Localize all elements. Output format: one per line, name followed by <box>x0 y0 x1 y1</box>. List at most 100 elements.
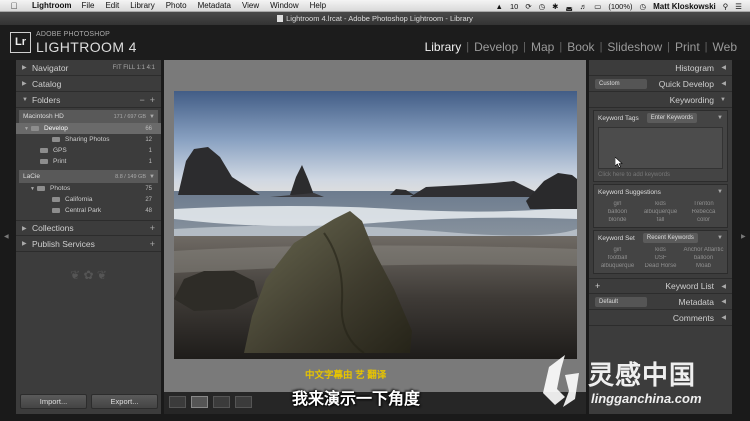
folder-california[interactable]: California 27 <box>16 194 161 205</box>
keyword-list-add-button[interactable]: + <box>595 281 600 291</box>
survey-view-button[interactable] <box>235 396 252 408</box>
collapse-triangle-icon: ▼ <box>720 96 726 103</box>
keyword-set-item[interactable]: football <box>596 255 639 261</box>
keyword-set-item[interactable]: kids <box>639 247 682 253</box>
metadata-preset-select[interactable]: Default <box>595 297 647 307</box>
menu-window[interactable]: Window <box>270 1 298 10</box>
bluetooth-icon[interactable]: ✱ <box>552 2 558 11</box>
keywording-header[interactable]: Keywording ▼ <box>589 92 732 108</box>
keyword-set-item[interactable]: Dead Horse <box>639 263 682 269</box>
catalog-header[interactable]: ▶ Catalog <box>16 76 161 92</box>
import-button[interactable]: Import... <box>20 394 87 409</box>
folder-develop[interactable]: ▼ Develop 66 <box>16 123 161 134</box>
module-library[interactable]: Library <box>420 40 467 54</box>
right-panel-toggle-icon[interactable]: ▶ <box>741 233 746 240</box>
app-menu[interactable]: Lightroom <box>32 1 72 10</box>
keyword-tags-label: Keyword Tags <box>598 114 639 122</box>
battery-icon[interactable]: ▭ <box>594 2 601 11</box>
time-machine-icon[interactable]: ◷ <box>539 2 546 11</box>
loupe-view-button[interactable] <box>191 396 208 408</box>
metadata-header[interactable]: Default Metadata ◀ <box>589 294 732 310</box>
export-button[interactable]: Export... <box>91 394 158 409</box>
status-count[interactable]: 10 <box>510 2 518 11</box>
search-icon[interactable]: ⚲ <box>723 2 729 11</box>
keyword-set-item[interactable]: Moab <box>682 263 725 269</box>
keyword-suggestion[interactable]: kids <box>639 201 682 207</box>
user-name[interactable]: Matt Kloskowski <box>653 2 716 11</box>
module-web[interactable]: Web <box>708 40 742 54</box>
keyword-suggestion[interactable]: Rebecca <box>682 209 725 215</box>
apple-icon[interactable]:  <box>8 1 20 11</box>
folder-count: 48 <box>145 207 152 214</box>
collections-header[interactable]: ▶ Collections + <box>16 220 161 236</box>
module-book[interactable]: Book <box>562 40 599 54</box>
folder-name: Central Park <box>65 207 102 214</box>
menu-bar:  Lightroom File Edit Library Photo Meta… <box>0 0 750 12</box>
keyword-set-item[interactable]: USF <box>639 255 682 261</box>
folder-print[interactable]: Print 1 <box>16 156 161 167</box>
sync-icon[interactable]: ⟳ <box>525 2 531 11</box>
mouse-cursor-icon <box>615 157 623 168</box>
keyword-set-select[interactable]: Recent Keywords <box>642 233 698 243</box>
folders-header[interactable]: ▼ Folders − + <box>16 92 161 108</box>
keyword-list-header[interactable]: + Keyword List ◀ <box>589 278 732 294</box>
menu-photo[interactable]: Photo <box>166 1 187 10</box>
module-develop[interactable]: Develop <box>469 40 523 54</box>
keyword-tags-section: Keyword Tags Enter Keywords ▼ Click here… <box>593 110 728 182</box>
folder-icon <box>52 197 60 202</box>
keyword-set-item[interactable]: girl <box>596 247 639 253</box>
keyword-set-item[interactable]: balloon <box>682 255 725 261</box>
menu-help[interactable]: Help <box>310 1 326 10</box>
publish-add-button[interactable]: + <box>150 239 155 249</box>
add-keywords-hint[interactable]: Click here to add keywords <box>594 171 727 181</box>
module-map[interactable]: Map <box>526 40 559 54</box>
module-print[interactable]: Print <box>670 40 705 54</box>
menu-file[interactable]: File <box>82 1 95 10</box>
keyword-suggestion[interactable]: albuquerque <box>639 209 682 215</box>
folder-central-park[interactable]: Central Park 48 <box>16 205 161 216</box>
keyword-suggestion[interactable]: girl <box>596 201 639 207</box>
navigator-zoom-options[interactable]: FIT FILL 1:1 4:1 <box>113 65 155 71</box>
volume-name: Macintosh HD <box>23 113 64 120</box>
menu-edit[interactable]: Edit <box>105 1 119 10</box>
collections-add-button[interactable]: + <box>150 223 155 233</box>
menu-view[interactable]: View <box>242 1 259 10</box>
clock-icon[interactable]: ◷ <box>640 2 647 11</box>
photo-preview[interactable] <box>174 91 577 359</box>
keyword-suggestion[interactable]: fall <box>639 217 682 223</box>
menu-metadata[interactable]: Metadata <box>198 1 231 10</box>
keyword-suggestion[interactable]: Trenton <box>682 201 725 207</box>
watermark-url: lingganchina.com <box>591 391 702 406</box>
quick-develop-preset-select[interactable]: Custom <box>595 79 647 89</box>
volume-icon[interactable]: ♬ <box>580 2 588 11</box>
quick-develop-header[interactable]: Custom Quick Develop ◀ <box>589 76 732 92</box>
folder-sharing-photos[interactable]: Sharing Photos 12 <box>16 134 161 145</box>
navigator-header[interactable]: ▶ Navigator FIT FILL 1:1 4:1 <box>16 60 161 76</box>
volume-macintosh-hd[interactable]: Macintosh HD 171 / 697 GB ▼ <box>19 110 158 123</box>
window-title-bar: Lightroom 4.lrcat - Adobe Photoshop Ligh… <box>0 12 750 25</box>
grid-view-button[interactable] <box>169 396 186 408</box>
module-slideshow[interactable]: Slideshow <box>602 40 667 54</box>
histogram-header[interactable]: Histogram ◀ <box>589 60 732 76</box>
wifi-icon[interactable]: ◛ <box>565 2 572 11</box>
keyword-suggestion[interactable]: balloon <box>596 209 639 215</box>
folder-photos[interactable]: ▼ Photos 75 <box>16 183 161 194</box>
left-panel-toggle-icon[interactable]: ◀ <box>4 233 9 240</box>
comments-header[interactable]: Comments ◀ <box>589 310 732 326</box>
list-icon[interactable]: ☰ <box>735 2 742 11</box>
keyword-suggestion[interactable]: color <box>682 217 725 223</box>
keyword-set-item[interactable]: Anchor Atlantic <box>682 247 725 253</box>
compare-view-button[interactable] <box>213 396 230 408</box>
folder-icon <box>37 186 45 191</box>
keyword-set-section: Keyword Set Recent Keywords ▼ girl kids … <box>593 230 728 274</box>
keyword-tags-select[interactable]: Enter Keywords <box>646 113 698 123</box>
keyword-suggestion[interactable]: blonde <box>596 217 639 223</box>
keyword-set-item[interactable]: albuquerque <box>596 263 639 269</box>
status-icon[interactable]: ▲ <box>496 2 503 11</box>
publish-services-header[interactable]: ▶ Publish Services + <box>16 236 161 252</box>
menu-library[interactable]: Library <box>130 1 154 10</box>
left-panel: ▶ Navigator FIT FILL 1:1 4:1 ▶ Catalog ▼… <box>16 60 161 414</box>
folders-add-remove[interactable]: − + <box>139 95 155 105</box>
volume-lacie[interactable]: LaCie 8.8 / 149 GB ▼ <box>19 170 158 183</box>
folder-gps[interactable]: GPS 1 <box>16 145 161 156</box>
